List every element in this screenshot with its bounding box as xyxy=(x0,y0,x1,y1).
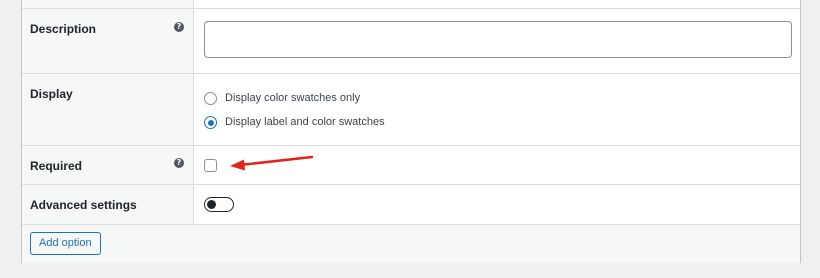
description-label: Description xyxy=(30,22,97,36)
advanced-settings-label: Advanced settings xyxy=(30,198,137,212)
previous-row xyxy=(22,0,800,9)
required-label: Required xyxy=(30,159,83,173)
advanced-settings-label-column: Advanced settings xyxy=(22,185,194,224)
help-icon[interactable]: ? xyxy=(174,158,184,168)
radio-label-and-color-swatches-label[interactable]: Display label and color swatches xyxy=(225,116,385,128)
display-row: Display Display color swatches only Disp… xyxy=(22,74,800,146)
display-label: Display xyxy=(30,87,73,101)
toggle-knob xyxy=(207,200,216,209)
radio-color-swatches-only-label[interactable]: Display color swatches only xyxy=(225,92,360,104)
required-checkbox[interactable] xyxy=(204,159,217,172)
description-row: Description ? xyxy=(22,9,800,74)
panel-footer: Add option xyxy=(22,225,800,263)
required-label-column: Required ? xyxy=(22,146,194,184)
description-field[interactable] xyxy=(204,21,792,58)
display-label-column: Display xyxy=(22,74,194,145)
previous-row-label-column xyxy=(22,0,194,8)
radio-color-swatches-only[interactable] xyxy=(204,92,217,105)
help-icon[interactable]: ? xyxy=(174,22,184,32)
add-option-button[interactable]: Add option xyxy=(30,232,101,255)
advanced-settings-row: Advanced settings xyxy=(22,185,800,225)
required-row: Required ? xyxy=(22,146,800,185)
radio-label-and-color-swatches[interactable] xyxy=(204,116,217,129)
attribute-options-panel: Description ? Display Display color swat… xyxy=(21,0,801,263)
advanced-settings-toggle[interactable] xyxy=(204,197,234,212)
description-label-column: Description ? xyxy=(22,9,194,73)
